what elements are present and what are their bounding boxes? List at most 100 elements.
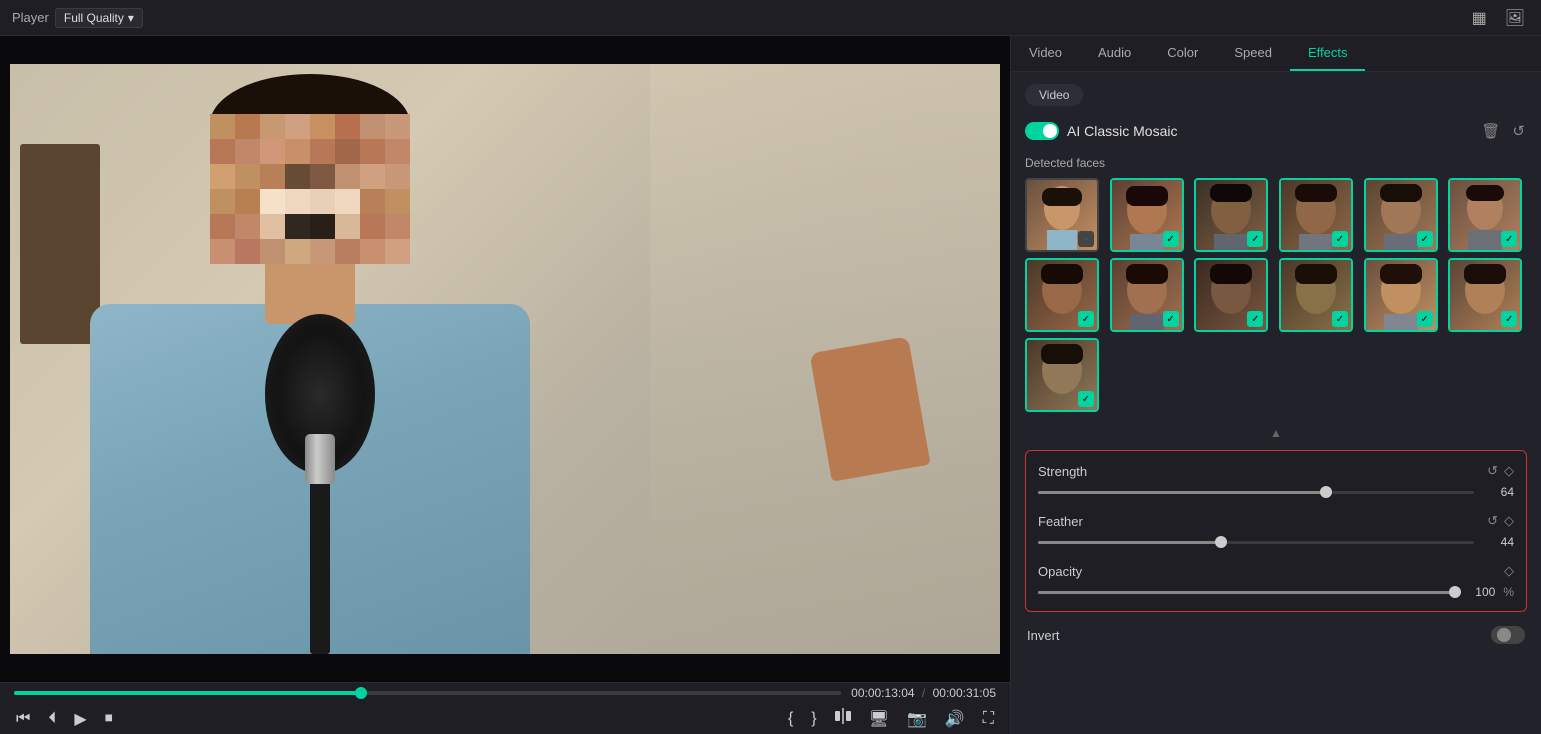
face-check-2: ✓ bbox=[1163, 231, 1179, 247]
strength-fill bbox=[1038, 491, 1326, 494]
total-time: 00:00:31:05 bbox=[933, 686, 996, 700]
effect-left: AI Classic Mosaic bbox=[1025, 122, 1177, 140]
top-bar: Player Full Quality ▾ ▦ 🖼 bbox=[0, 0, 1541, 36]
feather-header: Feather ↺ ◇ bbox=[1038, 513, 1514, 529]
prev-button[interactable]: ⏮ bbox=[14, 708, 32, 730]
invert-toggle-thumb bbox=[1497, 628, 1511, 642]
bracket-open-button[interactable]: { bbox=[786, 708, 795, 730]
face-thumb-4[interactable]: ✓ bbox=[1279, 178, 1353, 252]
progress-fill bbox=[14, 691, 361, 695]
face-check-5: ✓ bbox=[1417, 231, 1433, 247]
opacity-track[interactable] bbox=[1038, 591, 1455, 594]
monitor-button[interactable]: 🖥 bbox=[867, 707, 891, 731]
strength-label: Strength bbox=[1038, 464, 1087, 479]
tab-audio[interactable]: Audio bbox=[1080, 36, 1149, 71]
face-check-1: · bbox=[1078, 231, 1094, 247]
face-thumb-8[interactable]: ✓ bbox=[1110, 258, 1184, 332]
face-thumb-9[interactable]: ✓ bbox=[1194, 258, 1268, 332]
face-check-6: ✓ bbox=[1501, 231, 1517, 247]
tab-color[interactable]: Color bbox=[1149, 36, 1216, 71]
reset-effect-button[interactable]: ↺ bbox=[1510, 120, 1527, 142]
time-display: 00:00:13:04 / 00:00:31:05 bbox=[851, 686, 996, 700]
quality-selector[interactable]: Full Quality ▾ bbox=[55, 8, 143, 28]
opacity-row: Opacity ◇ 100 % bbox=[1038, 563, 1514, 599]
feather-track[interactable] bbox=[1038, 541, 1474, 544]
strength-keyframe-btn[interactable]: ◇ bbox=[1504, 463, 1514, 479]
strength-track[interactable] bbox=[1038, 491, 1474, 494]
camera-button[interactable]: 📷 bbox=[905, 707, 929, 731]
top-bar-left: Player Full Quality ▾ bbox=[12, 8, 143, 28]
video-bg bbox=[10, 64, 1000, 654]
feather-fill bbox=[1038, 541, 1221, 544]
face-thumb-3[interactable]: ✓ bbox=[1194, 178, 1268, 252]
tab-bar: Video Audio Color Speed Effects bbox=[1011, 36, 1541, 72]
strength-row: Strength ↺ ◇ 64 bbox=[1038, 463, 1514, 499]
tab-speed[interactable]: Speed bbox=[1216, 36, 1290, 71]
feather-actions: ↺ ◇ bbox=[1487, 513, 1514, 529]
collapse-arrow[interactable]: ▲ bbox=[1025, 426, 1527, 440]
playback-controls: ⏮ ⏴ ▶ ⏹ bbox=[14, 707, 115, 731]
effect-toggle[interactable] bbox=[1025, 122, 1059, 140]
tab-effects[interactable]: Effects bbox=[1290, 36, 1366, 71]
face-thumb-2[interactable]: ✓ bbox=[1110, 178, 1184, 252]
strength-thumb[interactable] bbox=[1320, 486, 1332, 498]
step-back-button[interactable]: ⏴ bbox=[46, 708, 58, 730]
effect-header: AI Classic Mosaic 🗑 ↺ bbox=[1025, 120, 1527, 142]
face-thumb-6[interactable]: ✓ bbox=[1448, 178, 1522, 252]
split-button[interactable] bbox=[833, 706, 853, 731]
opacity-header: Opacity ◇ bbox=[1038, 563, 1514, 579]
mic-base bbox=[305, 434, 335, 484]
player-label: Player bbox=[12, 10, 49, 25]
opacity-actions: ◇ bbox=[1504, 563, 1514, 579]
opacity-keyframe-btn[interactable]: ◇ bbox=[1504, 563, 1514, 579]
face-check-12: ✓ bbox=[1501, 311, 1517, 327]
feather-reset-btn[interactable]: ↺ bbox=[1487, 513, 1498, 529]
opacity-fill bbox=[1038, 591, 1455, 594]
progress-thumb[interactable] bbox=[355, 687, 367, 699]
sliders-section: Strength ↺ ◇ 64 bbox=[1025, 450, 1527, 612]
grid-icon-btn[interactable]: ▦ bbox=[1468, 4, 1491, 32]
face-check-13: ✓ bbox=[1078, 391, 1094, 407]
face-thumb-7[interactable]: ✓ bbox=[1025, 258, 1099, 332]
face-thumb-12[interactable]: ✓ bbox=[1448, 258, 1522, 332]
play-button[interactable]: ▶ bbox=[72, 707, 88, 731]
opacity-thumb[interactable] bbox=[1449, 586, 1461, 598]
feather-row: Feather ↺ ◇ 44 bbox=[1038, 513, 1514, 549]
face-check-3: ✓ bbox=[1247, 231, 1263, 247]
chevron-down-icon: ▾ bbox=[128, 11, 134, 25]
opacity-track-container: 100 % bbox=[1038, 585, 1514, 599]
time-separator: / bbox=[922, 686, 925, 700]
photo-icon-btn[interactable]: 🖼 bbox=[1501, 4, 1529, 32]
delete-effect-button[interactable]: 🗑 bbox=[1479, 120, 1502, 142]
feather-track-container: 44 bbox=[1038, 535, 1514, 549]
timeline-bar: 00:00:13:04 / 00:00:31:05 ⏮ ⏴ ▶ ⏹ { } bbox=[0, 682, 1010, 734]
panel-content: Video AI Classic Mosaic 🗑 ↺ Detected fac… bbox=[1011, 72, 1541, 734]
audio-button[interactable]: 🔊 bbox=[943, 707, 967, 731]
toggle-thumb bbox=[1043, 124, 1057, 138]
progress-track[interactable] bbox=[14, 691, 841, 695]
tab-video[interactable]: Video bbox=[1011, 36, 1080, 71]
invert-row: Invert bbox=[1025, 626, 1527, 644]
strength-actions: ↺ ◇ bbox=[1487, 463, 1514, 479]
pixelated-face bbox=[210, 114, 410, 264]
face-thumb-5[interactable]: ✓ bbox=[1364, 178, 1438, 252]
invert-toggle[interactable] bbox=[1491, 626, 1525, 644]
face-thumb-13[interactable]: ✓ bbox=[1025, 338, 1099, 412]
progress-row: 00:00:13:04 / 00:00:31:05 bbox=[14, 686, 996, 700]
feather-thumb[interactable] bbox=[1215, 536, 1227, 548]
faces-grid: · ✓ bbox=[1025, 178, 1527, 412]
strength-reset-btn[interactable]: ↺ bbox=[1487, 463, 1498, 479]
invert-label: Invert bbox=[1027, 628, 1060, 643]
main-area: 00:00:13:04 / 00:00:31:05 ⏮ ⏴ ▶ ⏹ { } bbox=[0, 36, 1541, 734]
face-thumb-1[interactable]: · bbox=[1025, 178, 1099, 252]
video-container bbox=[0, 36, 1010, 682]
bracket-close-button[interactable]: } bbox=[809, 708, 818, 730]
sub-tab-video[interactable]: Video bbox=[1025, 84, 1083, 106]
fullscreen-button[interactable]: ⛶ bbox=[981, 708, 996, 730]
detected-faces-label: Detected faces bbox=[1025, 156, 1527, 170]
face-thumb-10[interactable]: ✓ bbox=[1279, 258, 1353, 332]
face-thumb-11[interactable]: ✓ bbox=[1364, 258, 1438, 332]
stop-button[interactable]: ⏹ bbox=[103, 708, 115, 730]
feather-keyframe-btn[interactable]: ◇ bbox=[1504, 513, 1514, 529]
head bbox=[190, 74, 430, 274]
